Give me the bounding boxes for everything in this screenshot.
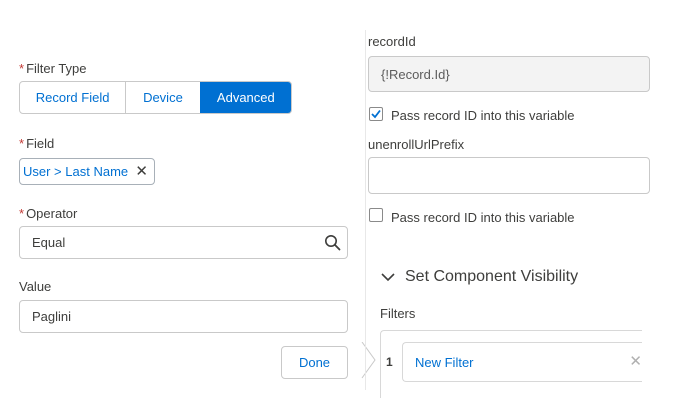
unenroll-checkbox-label: Pass record ID into this variable (391, 210, 575, 225)
field-label: * Field (19, 136, 55, 151)
filter-type-label: * Filter Type (19, 61, 87, 76)
record-id-input[interactable]: {!Record.Id} (368, 56, 650, 92)
value-input[interactable]: Paglini (19, 300, 348, 333)
field-pill[interactable]: User > Last Name ✕ (19, 158, 155, 185)
filter-row-name[interactable]: New Filter (415, 355, 474, 370)
required-marker: * (19, 206, 25, 221)
filter-type-record-field-button[interactable]: Record Field (20, 82, 125, 113)
remove-field-icon[interactable]: ✕ (135, 163, 148, 180)
visibility-section-title: Set Component Visibility (405, 268, 579, 285)
record-id-checkbox-label: Pass record ID into this variable (391, 108, 575, 123)
done-button[interactable]: Done (281, 346, 348, 379)
checkmark-icon (371, 109, 381, 119)
record-id-label: recordId (368, 34, 416, 49)
filters-label: Filters (380, 306, 416, 321)
value-label: Value (19, 279, 52, 294)
unenroll-checkbox[interactable] (369, 208, 383, 222)
unenroll-prefix-label: unenrollUrlPrefix (368, 137, 465, 152)
filter-row-index: 1 (386, 355, 393, 369)
popover-pointer (361, 342, 376, 379)
operator-value: Equal (32, 235, 66, 250)
field-pill-text: User > Last Name (23, 164, 129, 179)
filter-type-segmented-control: Record Field Device Advanced (19, 81, 292, 114)
operator-select[interactable]: Equal (19, 226, 348, 259)
filter-type-advanced-button[interactable]: Advanced (199, 82, 291, 113)
operator-label: * Operator (19, 206, 78, 221)
remove-filter-icon[interactable]: ✕ (629, 352, 642, 370)
unenroll-prefix-input[interactable] (368, 157, 650, 194)
record-id-value: {!Record.Id} (381, 66, 450, 82)
search-icon (324, 234, 341, 254)
required-marker: * (19, 61, 25, 76)
filter-type-device-button[interactable]: Device (125, 82, 199, 113)
visibility-section-header[interactable]: Set Component Visibility (380, 268, 578, 286)
value-input-text: Paglini (32, 309, 72, 324)
panel-divider (365, 30, 366, 390)
required-marker: * (19, 136, 25, 151)
filter-row[interactable]: New Filter ✕ (402, 342, 642, 382)
record-id-checkbox[interactable] (369, 107, 383, 121)
chevron-down-icon (381, 273, 395, 282)
